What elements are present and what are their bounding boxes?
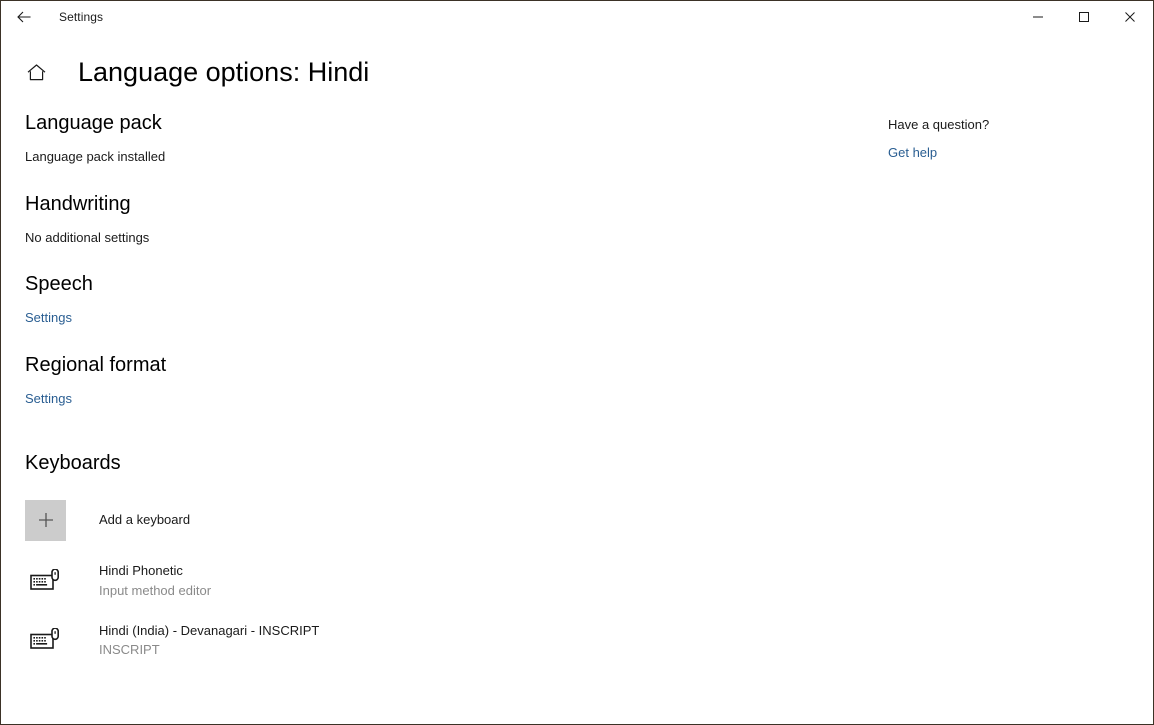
keyboard-name: Hindi (India) - Devanagari - INSCRIPT	[99, 622, 320, 638]
keyboard-subtitle: Input method editor	[99, 583, 212, 599]
language-pack-status: Language pack installed	[25, 148, 166, 164]
keyboard-name: Hindi Phonetic	[99, 563, 183, 579]
page-title: Language options: Hindi	[78, 57, 370, 87]
caption-buttons	[1015, 1, 1153, 33]
regional-format-settings-link[interactable]: Settings	[25, 391, 72, 408]
settings-window: Settings Language options: Hindi Languag…	[0, 0, 1154, 725]
close-button[interactable]	[1107, 1, 1153, 33]
minimize-icon	[1032, 11, 1044, 23]
handwriting-status: No additional settings	[25, 229, 150, 245]
maximize-icon	[1078, 11, 1090, 23]
speech-settings-link[interactable]: Settings	[25, 310, 72, 327]
keyboard-text: Hindi (India) - Devanagari - INSCRIPT IN…	[99, 622, 319, 659]
help-panel-title: Have a question?	[888, 116, 990, 132]
page-header: Language options: Hindi	[1, 57, 1153, 88]
keyboard-subtitle: INSCRIPT	[99, 642, 160, 658]
handwriting-heading: Handwriting	[25, 192, 131, 215]
speech-heading: Speech	[25, 273, 93, 296]
title-bar: Settings	[1, 1, 1153, 33]
keyboards-heading: Keyboards	[25, 452, 121, 475]
add-keyboard-label: Add a keyboard	[99, 512, 191, 528]
language-pack-heading: Language pack	[25, 111, 162, 134]
keyboard-ime-icon	[25, 624, 66, 656]
list-item[interactable]: Hindi Phonetic Input method editor	[25, 562, 545, 599]
close-icon	[1124, 11, 1136, 23]
maximize-button[interactable]	[1061, 1, 1107, 33]
back-button[interactable]	[1, 1, 47, 33]
back-arrow-icon	[16, 9, 32, 25]
app-title: Settings	[59, 10, 104, 24]
content-area: Language pack Language pack installed Ha…	[1, 88, 1153, 659]
keyboard-text: Hindi Phonetic Input method editor	[99, 562, 211, 599]
add-keyboard-button[interactable]: Add a keyboard	[25, 499, 545, 541]
main-column: Language pack Language pack installed Ha…	[25, 112, 545, 659]
help-panel: Have a question? Get help	[888, 112, 1108, 162]
get-help-link[interactable]: Get help	[888, 145, 937, 162]
minimize-button[interactable]	[1015, 1, 1061, 33]
plus-icon	[37, 511, 55, 529]
home-button[interactable]	[24, 61, 48, 85]
home-icon	[26, 62, 47, 83]
regional-format-heading: Regional format	[25, 354, 167, 377]
list-item[interactable]: Hindi (India) - Devanagari - INSCRIPT IN…	[25, 622, 545, 659]
keyboard-ime-icon	[25, 565, 66, 597]
add-keyboard-tile	[25, 499, 66, 541]
